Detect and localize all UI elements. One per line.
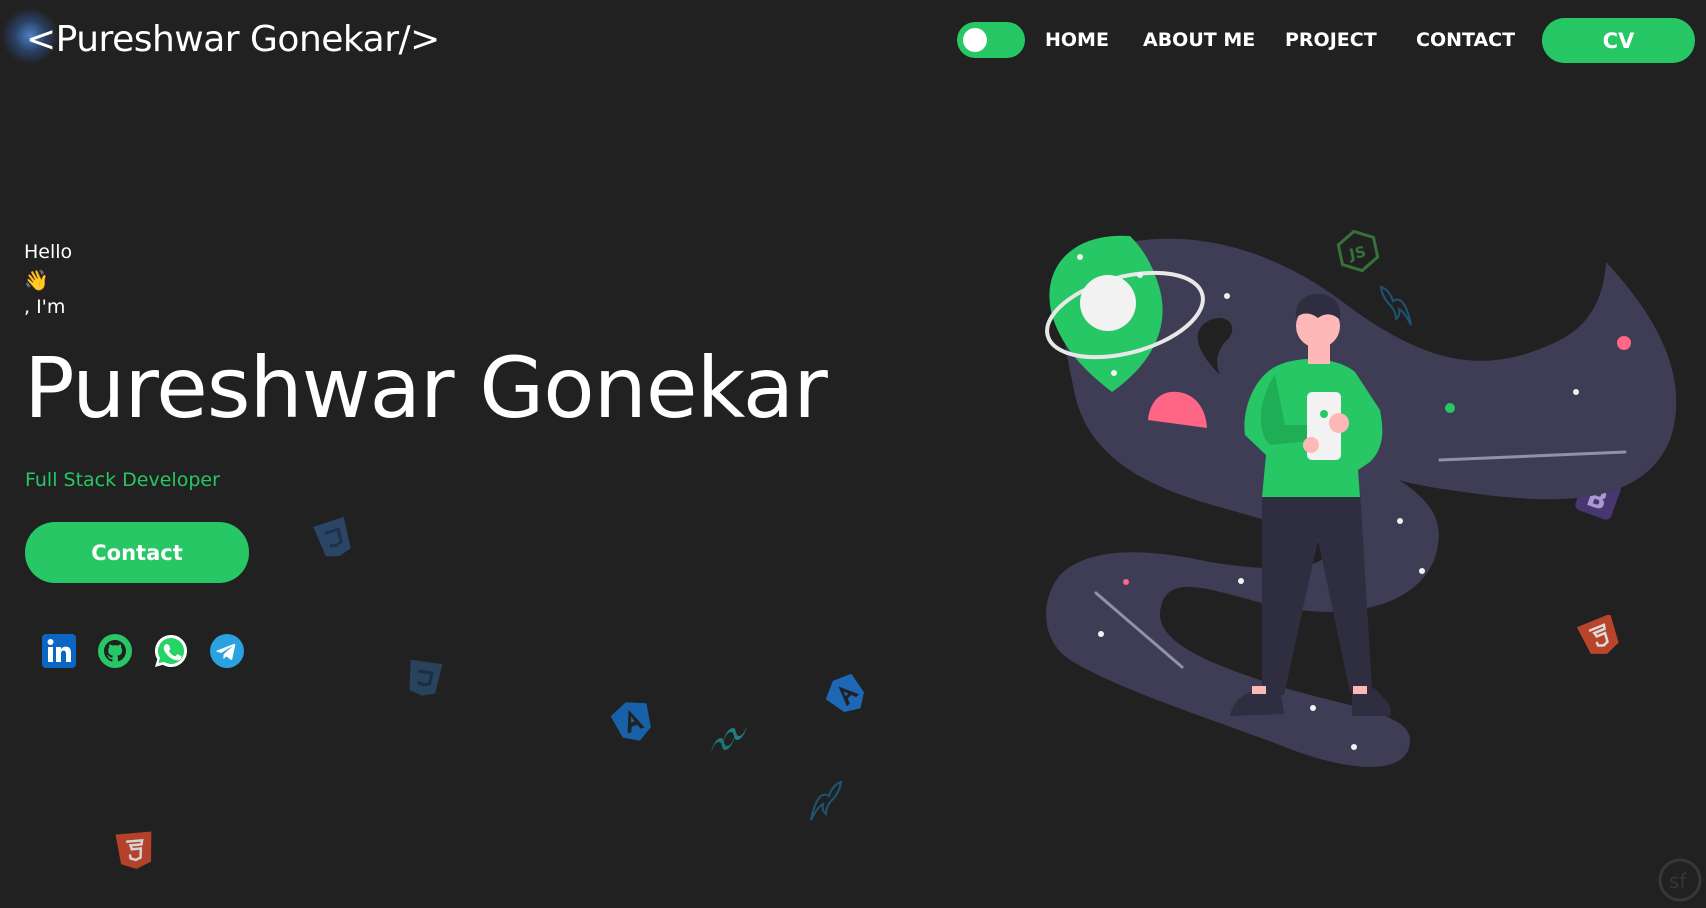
developer-illustration	[1040, 230, 1680, 770]
svg-text:sf: sf	[1669, 869, 1687, 893]
site-logo[interactable]: <Pureshwar Gonekar/>	[26, 18, 440, 62]
css3-icon	[310, 515, 358, 567]
html5-icon	[113, 831, 157, 875]
github-icon[interactable]	[97, 633, 133, 669]
theme-toggle[interactable]	[957, 22, 1025, 58]
tailwind-icon	[705, 722, 751, 762]
hero-name: Pureshwar Gonekar	[24, 339, 828, 437]
nav-project[interactable]: PROJECT	[1285, 26, 1377, 54]
intro-text: , I'm	[24, 296, 66, 318]
nav-home[interactable]: HOME	[1045, 26, 1109, 54]
linkedin-icon[interactable]	[41, 633, 77, 669]
nav-contact[interactable]: CONTACT	[1416, 26, 1515, 54]
telegram-icon[interactable]	[209, 633, 245, 669]
cv-button[interactable]: CV	[1542, 18, 1695, 63]
angular-icon	[822, 672, 872, 722]
nav-about-me[interactable]: ABOUT ME	[1143, 26, 1255, 54]
angular-icon	[608, 697, 658, 751]
whatsapp-icon[interactable]	[153, 633, 189, 669]
mysql-dolphin-icon	[805, 778, 847, 830]
toggle-knob	[963, 28, 987, 52]
greeting: Hello	[24, 241, 73, 263]
symfony-icon: sf	[1656, 856, 1704, 908]
hero-role: Full Stack Developer	[25, 469, 220, 491]
wave-emoji: 👋	[24, 268, 49, 292]
contact-button[interactable]: Contact	[25, 522, 249, 583]
css3-icon	[402, 658, 448, 706]
